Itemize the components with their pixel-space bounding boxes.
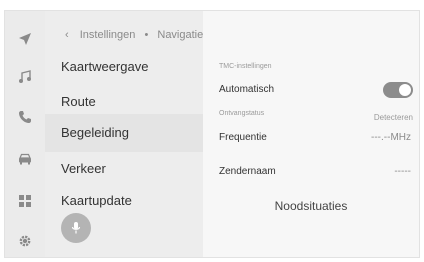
reception-label: Ontvangstatus — [219, 110, 265, 117]
detail-panel: TMC-instellingen Automatisch Ontvangstat… — [203, 11, 419, 257]
automatic-label: Automatisch — [219, 84, 275, 95]
menu-item-kaartweergave[interactable]: Kaartweergave — [61, 59, 148, 74]
menu-item-verkeer[interactable]: Verkeer — [61, 161, 106, 176]
settings-icon[interactable] — [15, 231, 35, 251]
menu-item-begeleiding[interactable]: Begeleiding — [61, 125, 129, 140]
section-title: TMC-instellingen — [219, 63, 272, 70]
apps-icon[interactable] — [15, 191, 35, 211]
breadcrumb-parent[interactable]: Instellingen — [80, 29, 136, 41]
settings-menu: ‹ Instellingen • Navigatie Kaartweergave… — [45, 11, 203, 257]
music-icon[interactable] — [15, 67, 35, 87]
automatic-toggle[interactable] — [383, 82, 413, 98]
frequency-label: Frequentie — [219, 132, 267, 143]
station-value: ----- — [394, 166, 411, 177]
toggle-knob — [399, 84, 411, 96]
station-label: Zendernaam — [219, 166, 276, 177]
breadcrumb-separator: • — [144, 29, 149, 41]
screen-frame: ‹ Instellingen • Navigatie Kaartweergave… — [4, 10, 420, 258]
car-icon[interactable] — [15, 149, 35, 169]
frequency-value: ---.--MHz — [371, 132, 411, 143]
breadcrumb-current: Navigatie — [157, 29, 204, 41]
reception-value: Detecteren — [373, 113, 413, 122]
breadcrumb: ‹ Instellingen • Navigatie — [65, 29, 203, 41]
menu-item-kaartupdate[interactable]: Kaartupdate — [61, 193, 132, 208]
chevron-left-icon[interactable]: ‹ — [65, 29, 69, 41]
icon-rail — [5, 11, 45, 257]
microphone-icon — [71, 222, 81, 234]
menu-item-route[interactable]: Route — [61, 94, 96, 109]
phone-icon[interactable] — [15, 107, 35, 127]
navigation-icon[interactable] — [15, 29, 35, 49]
emergency-button[interactable]: Noodsituaties — [203, 199, 419, 213]
microphone-button[interactable] — [61, 213, 91, 243]
